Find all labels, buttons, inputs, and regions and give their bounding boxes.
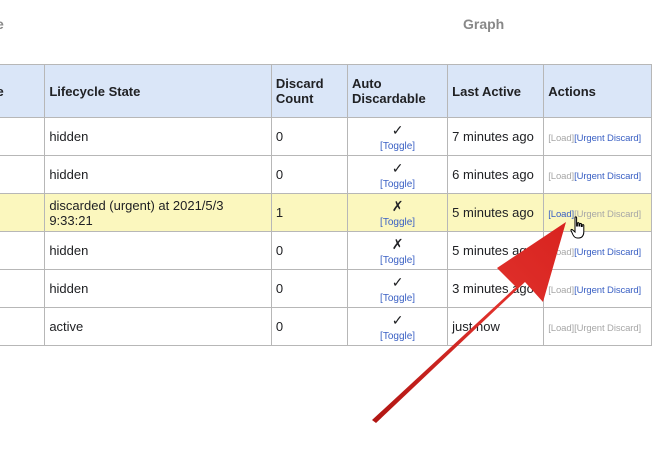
state-cell — [0, 231, 46, 270]
lifecycle-state-cell: hidden — [44, 117, 272, 156]
header-state[interactable]: ate — [0, 64, 46, 118]
state-cell — [0, 117, 46, 156]
last-active-cell: just now — [447, 307, 545, 346]
lifecycle-state-cell: discarded (urgent) at 2021/5/3 9:33:21 — [44, 193, 272, 232]
auto-discardable-cell: ✓ [Toggle] — [346, 155, 449, 194]
lifecycle-state-cell: active — [44, 307, 272, 346]
state-cell — [0, 269, 46, 308]
actions-cell: [Load][Urgent Discard] — [543, 307, 652, 346]
header-actions[interactable]: Actions — [543, 64, 652, 118]
urgent-discard-link: [Urgent Discard] — [574, 323, 642, 334]
last-active-cell: 5 minutes ago — [447, 231, 545, 270]
discard-count-cell: 0 — [270, 269, 348, 308]
last-active-cell: 7 minutes ago — [447, 117, 545, 156]
actions-cell: [Load][Urgent Discard] — [543, 231, 652, 270]
lifecycle-state-cell: hidden — [44, 231, 272, 270]
toggle-link[interactable]: [Toggle] — [352, 331, 443, 342]
header-last-active[interactable]: Last Active — [447, 64, 545, 118]
toggle-link[interactable]: [Toggle] — [352, 179, 443, 190]
toggle-link[interactable]: [Toggle] — [352, 141, 443, 152]
table-header-row: ate Lifecycle State Discard Count Auto D… — [0, 64, 652, 118]
table-row: hidden 0 ✓ [Toggle] 6 minutes ago [Load][Urge… — [0, 155, 652, 194]
lifecycle-state-cell: hidden — [44, 269, 272, 308]
discards-table: ate Lifecycle State Discard Count Auto D… — [0, 64, 652, 346]
toggle-link[interactable]: [Toggle] — [352, 255, 443, 266]
check-icon: ✓ — [391, 121, 404, 138]
urgent-discard-link[interactable]: [Urgent Discard] — [574, 133, 641, 144]
check-icon: ✓ — [391, 273, 404, 290]
load-link: [Load] — [548, 323, 575, 334]
hand-pointer-icon — [570, 216, 585, 239]
actions-cell: [Load][Urgent Discard] — [543, 193, 652, 232]
discard-count-cell: 0 — [270, 231, 348, 270]
check-icon: ✓ — [391, 159, 404, 176]
actions-cell: [Load][Urgent Discard] — [543, 269, 652, 308]
actions-cell: [Load][Urgent Discard] — [543, 117, 652, 156]
cross-icon: ✗ — [391, 235, 404, 252]
load-link: [Load] — [548, 247, 575, 258]
toggle-link[interactable]: [Toggle] — [352, 293, 443, 304]
discard-count-cell: 0 — [270, 307, 348, 346]
auto-discardable-cell: ✗ [Toggle] — [346, 231, 449, 270]
tab-graph[interactable]: Graph — [463, 16, 504, 32]
urgent-discard-link[interactable]: [Urgent Discard] — [574, 247, 641, 258]
table-row: discarded (urgent) at 2021/5/3 9:33:21 1 ✗… — [0, 193, 652, 232]
load-link: [Load] — [548, 133, 575, 144]
table-row: hidden 0 ✓ [Toggle] 7 minutes ago [Load][Urge… — [0, 117, 652, 156]
auto-discardable-cell: ✗ [Toggle] — [346, 193, 449, 232]
check-icon: ✓ — [391, 311, 404, 328]
last-active-cell: 3 minutes ago — [447, 269, 545, 308]
cross-icon: ✗ — [391, 197, 404, 214]
urgent-discard-link[interactable]: [Urgent Discard] — [574, 171, 641, 182]
state-cell — [0, 193, 46, 232]
header-discard-count[interactable]: Discard Count — [270, 64, 348, 118]
discard-count-cell: 1 — [270, 193, 348, 232]
discard-count-cell: 0 — [270, 155, 348, 194]
auto-discardable-cell: ✓ [Toggle] — [346, 269, 449, 308]
header-lifecycle-state[interactable]: Lifecycle State — [44, 64, 272, 118]
last-active-cell: 6 minutes ago — [447, 155, 545, 194]
auto-discardable-cell: ✓ [Toggle] — [346, 307, 449, 346]
discard-count-cell: 0 — [270, 117, 348, 156]
header-auto-discardable[interactable]: Auto Discardable — [346, 64, 449, 118]
lifecycle-state-cell: hidden — [44, 155, 272, 194]
load-link: [Load] — [548, 171, 575, 182]
table-row: hidden 0 ✓ [Toggle] 3 minutes ago [Load][Urge… — [0, 269, 652, 308]
load-link: [Load] — [548, 285, 575, 296]
urgent-discard-link[interactable]: [Urgent Discard] — [574, 285, 641, 296]
table-row: active 0 ✓ [Toggle] just now [Load][Urgent Di… — [0, 307, 652, 346]
state-cell — [0, 307, 46, 346]
tab-partial-left[interactable]: e — [0, 16, 4, 32]
table-row: hidden 0 ✗ [Toggle] 5 minutes ago [Load][Urge… — [0, 231, 652, 270]
auto-discardable-cell: ✓ [Toggle] — [346, 117, 449, 156]
state-cell — [0, 155, 46, 194]
last-active-cell: 5 minutes ago — [447, 193, 545, 232]
toggle-link[interactable]: [Toggle] — [352, 217, 443, 228]
actions-cell: [Load][Urgent Discard] — [543, 155, 652, 194]
